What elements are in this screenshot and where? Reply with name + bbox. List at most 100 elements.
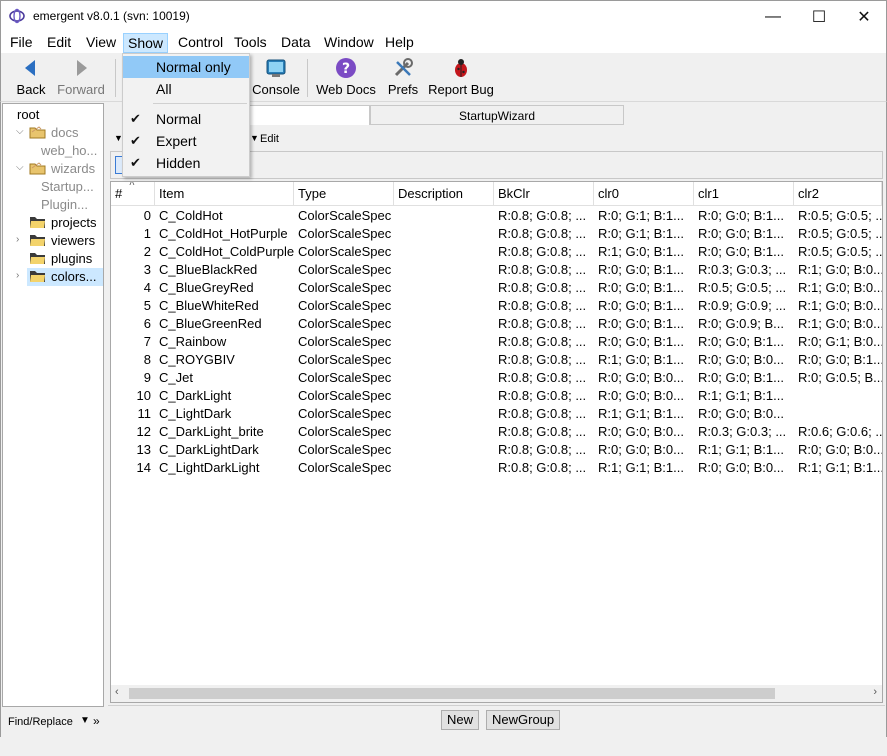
cell-description [394, 369, 494, 387]
dropdown-arrow-icon[interactable]: ▼ [250, 133, 259, 143]
cell-item: C_BlueWhiteRed [159, 298, 259, 313]
horizontal-scrollbar[interactable]: ‹ › [111, 685, 882, 702]
scroll-left-icon[interactable]: ‹ [115, 686, 119, 698]
table-row[interactable]: 11 C_LightDark ColorScaleSpec R:0.8; G:0.8;… [111, 405, 882, 423]
find-replace-bar[interactable]: Find/Replace ▼ » [2, 710, 104, 734]
expand-icon[interactable]: » [93, 714, 100, 728]
menu-control[interactable]: Control [174, 33, 227, 53]
cell-index: 1 [143, 226, 151, 241]
cell-clr0: R:1; G:0; B:1... [598, 244, 684, 259]
cell-bkclr: R:0.8; G:0.8; ... [498, 406, 587, 421]
tree-item-wizards[interactable]: wizards [51, 160, 95, 178]
table-row[interactable]: 9 C_Jet ColorScaleSpec R:0.8; G:0.8; ... R:0… [111, 369, 882, 387]
table-row[interactable]: 6 C_BlueGreenRed ColorScaleSpec R:0.8; G:0.… [111, 315, 882, 333]
column-header-bkclr[interactable]: BkClr [494, 182, 594, 206]
column-header-description[interactable]: Description [394, 182, 494, 206]
folder-icon [30, 271, 45, 282]
cell-clr1: R:0.3; G:0.3; ... [698, 262, 787, 277]
items-table[interactable]: # ˄ Item Type Description BkClr clr0 clr… [110, 181, 883, 703]
prefs-button[interactable]: Prefs [383, 57, 423, 101]
minimize-button[interactable]: — [750, 1, 796, 32]
table-row[interactable]: 12 C_DarkLight_brite ColorScaleSpec R:0.8; … [111, 423, 882, 441]
scrollbar-thumb[interactable] [129, 688, 775, 699]
table-row[interactable]: 3 C_BlueBlackRed ColorScaleSpec R:0.8; G:0.… [111, 261, 882, 279]
table-row[interactable]: 13 C_DarkLightDark ColorScaleSpec R:0.8; G:… [111, 441, 882, 459]
dropdown-arrow-icon[interactable]: ▼ [80, 715, 90, 726]
menu-edit[interactable]: Edit [43, 33, 75, 53]
cell-description [394, 207, 494, 225]
menu-view[interactable]: View [82, 33, 120, 53]
menu-show[interactable]: Show [123, 33, 169, 53]
scroll-right-icon[interactable]: › [873, 686, 877, 698]
table-row[interactable]: 10 C_DarkLight ColorScaleSpec R:0.8; G:0.8;… [111, 387, 882, 405]
console-button[interactable]: Console [251, 57, 301, 101]
tab-colors[interactable] [248, 105, 370, 125]
table-row[interactable]: 1 C_ColdHot_HotPurple ColorScaleSpec R:0.8;… [111, 225, 882, 243]
status-bar [0, 737, 887, 756]
table-row[interactable]: 0 C_ColdHot ColorScaleSpec R:0.8; G:0.8; ..… [111, 207, 882, 225]
table-row[interactable]: 7 C_Rainbow ColorScaleSpec R:0.8; G:0.8; ..… [111, 333, 882, 351]
table-row[interactable]: 8 C_ROYGBIV ColorScaleSpec R:0.8; G:0.8; ..… [111, 351, 882, 369]
back-button[interactable]: Back [11, 57, 51, 101]
table-row[interactable]: 2 C_ColdHot_ColdPurple ColorScaleSpec R:0.8… [111, 243, 882, 261]
edit-menu-label[interactable]: Edit [260, 133, 279, 145]
new-group-button[interactable]: NewGroup [486, 710, 561, 730]
check-icon: ✔ [130, 111, 141, 126]
cell-type: ColorScaleSpec [298, 442, 392, 457]
tree-item-startup[interactable]: Startup... [41, 178, 94, 196]
menu-option-expert[interactable]: ✔ Expert [123, 130, 249, 152]
tree-item-projects[interactable]: projects [51, 214, 97, 232]
menu-file[interactable]: File [6, 33, 37, 53]
column-header-clr1[interactable]: clr1 [694, 182, 794, 206]
cell-clr0: R:0; G:0; B:1... [598, 334, 684, 349]
chevron-right-icon[interactable]: › [16, 270, 19, 281]
chevron-down-icon[interactable]: ⌵ [16, 126, 24, 137]
menu-tools[interactable]: Tools [230, 33, 271, 53]
cell-index: 2 [143, 244, 151, 259]
cell-type: ColorScaleSpec [298, 280, 392, 295]
menu-help[interactable]: Help [381, 33, 418, 53]
title-bar[interactable]: emergent v8.0.1 (svn: 10019) — ☐ ✕ [0, 0, 887, 31]
tree-item-plugin[interactable]: Plugin... [41, 196, 88, 214]
tree-item-plugins[interactable]: plugins [51, 250, 92, 268]
cell-clr1: R:0; G:0; B:0... [698, 352, 784, 367]
column-header-item[interactable]: Item [155, 182, 294, 206]
forward-button[interactable]: Forward [55, 57, 107, 101]
tree-item-viewers[interactable]: viewers [51, 232, 95, 250]
table-row[interactable]: 5 C_BlueWhiteRed ColorScaleSpec R:0.8; G:0.… [111, 297, 882, 315]
report-bug-button[interactable]: Report Bug [427, 57, 495, 101]
menu-option-normal-only[interactable]: Normal only [123, 56, 249, 78]
tree-item-web-ho[interactable]: web_ho... [41, 142, 97, 160]
tree-item-root[interactable]: root [17, 106, 39, 124]
cell-bkclr: R:0.8; G:0.8; ... [498, 334, 587, 349]
close-button[interactable]: ✕ [841, 1, 887, 32]
table-row[interactable]: 14 C_LightDarkLight ColorScaleSpec R:0.8; G… [111, 459, 882, 477]
cell-clr2: R:0; G:0.5; B... [798, 370, 882, 385]
web-docs-button[interactable]: ? Web Docs [315, 57, 377, 101]
chevron-down-icon[interactable]: ⌵ [16, 162, 24, 173]
tree-panel[interactable]: root ⌵ docs web_ho... ⌵ wizards Startup.… [2, 103, 104, 707]
column-header-clr0[interactable]: clr0 [594, 182, 694, 206]
column-header-clr2[interactable]: clr2 [794, 182, 882, 206]
new-button[interactable]: New [441, 710, 480, 730]
cell-index: 6 [143, 316, 151, 331]
menu-option-hidden[interactable]: ✔ Hidden [123, 152, 249, 174]
menu-option-all[interactable]: All [123, 78, 249, 100]
expert-label: Expert [156, 133, 197, 149]
tree-item-docs[interactable]: docs [51, 124, 78, 142]
column-header-type[interactable]: Type [294, 182, 394, 206]
maximize-icon: ☐ [811, 8, 827, 26]
tab-startup-wizard[interactable]: StartupWizard [370, 105, 624, 125]
menu-window[interactable]: Window [320, 33, 378, 53]
menu-data[interactable]: Data [277, 33, 315, 53]
cell-type: ColorScaleSpec [298, 316, 392, 331]
menu-option-normal[interactable]: ✔ Normal [123, 108, 249, 130]
console-icon [266, 59, 286, 77]
cell-clr1: R:0; G:0; B:1... [698, 334, 784, 349]
maximize-button[interactable]: ☐ [796, 1, 842, 32]
cell-clr0: R:0; G:0; B:1... [598, 316, 684, 331]
chevron-right-icon[interactable]: › [16, 234, 19, 245]
table-row[interactable]: 4 C_BlueGreyRed ColorScaleSpec R:0.8; G:0.8… [111, 279, 882, 297]
tree-item-colors[interactable]: colors... [51, 268, 97, 286]
folder-icon [30, 217, 45, 228]
